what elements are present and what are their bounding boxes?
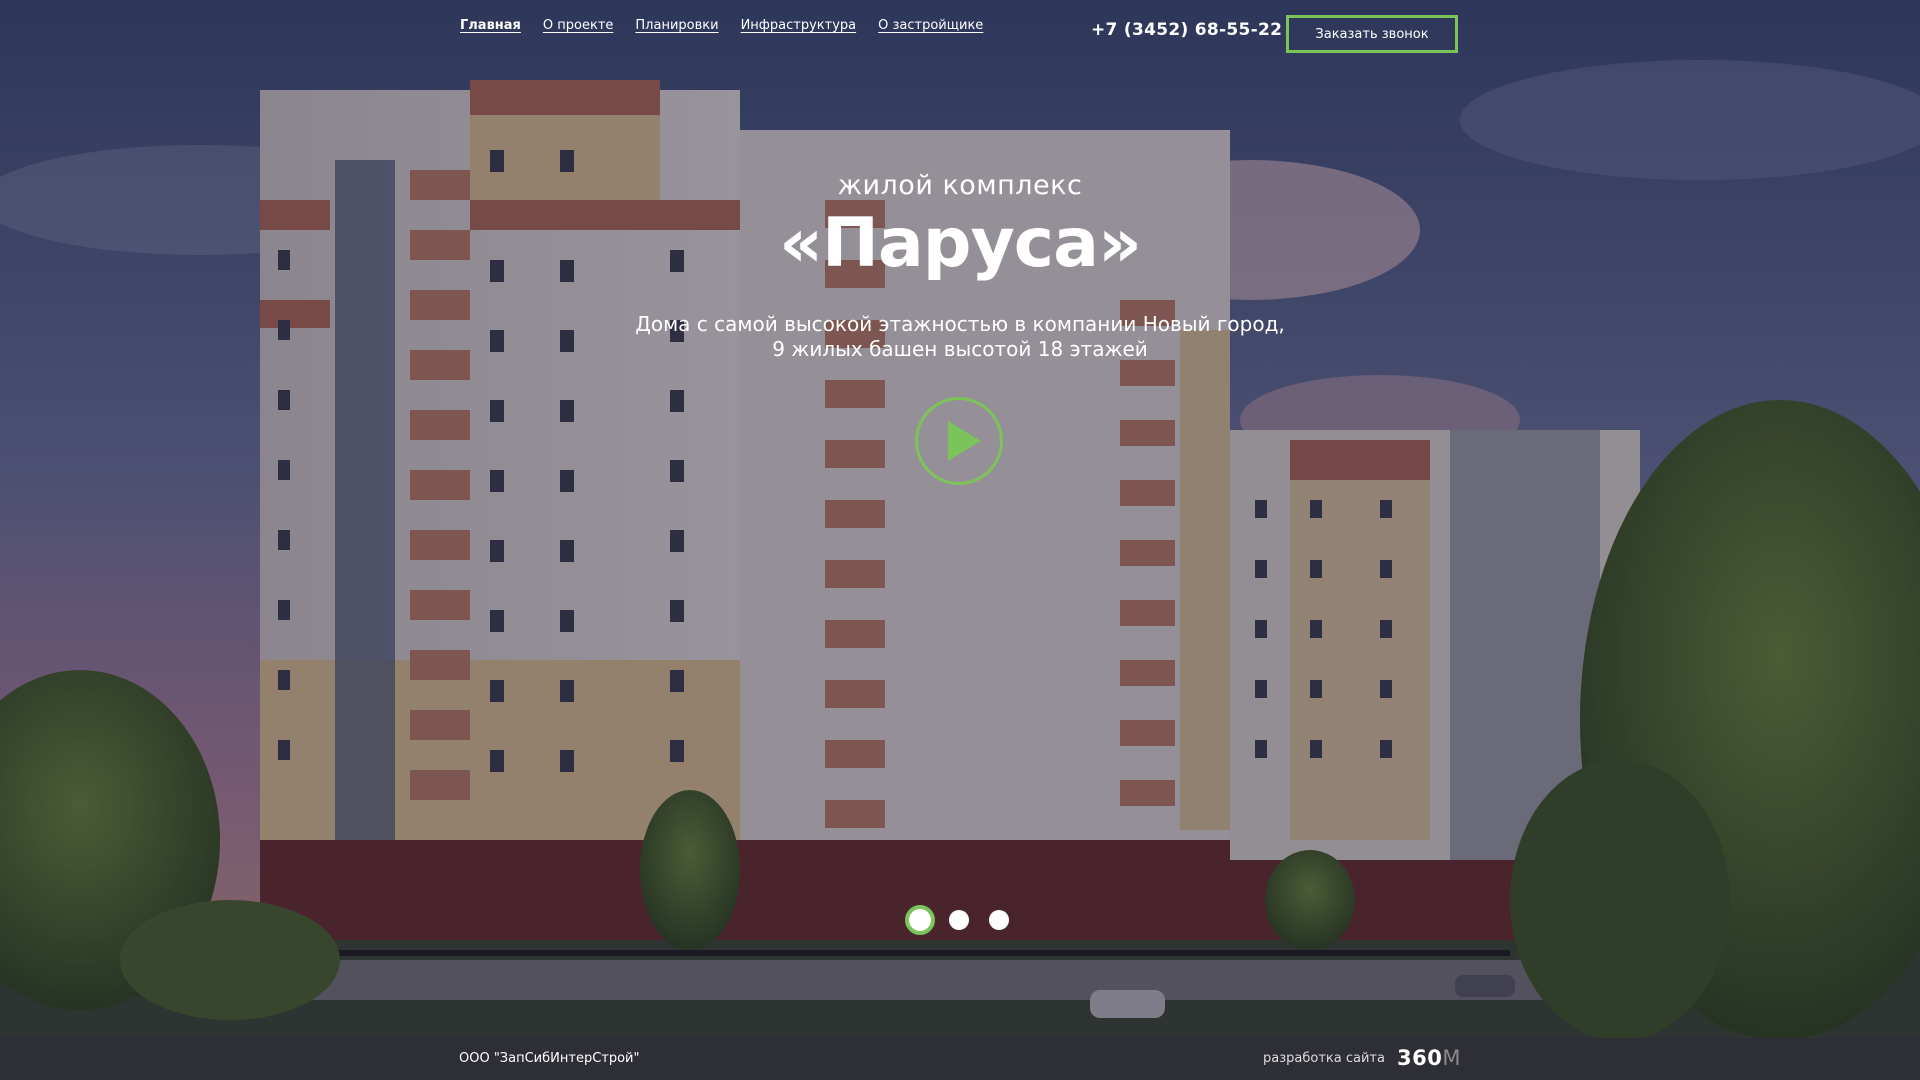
hero-title: «Паруса» (779, 204, 1142, 283)
developer-logo-letter: M (1442, 1046, 1461, 1070)
hero-description-line-2: 9 жилых башен высотой 18 этажей (772, 337, 1148, 361)
developer-logo-number: 360 (1397, 1046, 1443, 1070)
developer-logo[interactable]: 360M (1397, 1046, 1461, 1070)
hero-background (0, 0, 1920, 1038)
slider-pagination (905, 905, 1029, 935)
footer: ООО "ЗапСибИнтерСтрой" разработка сайта … (0, 1038, 1920, 1080)
company-name: ООО "ЗапСибИнтерСтрой" (459, 1051, 640, 1066)
play-video-button[interactable] (915, 397, 1003, 485)
nav-item-about-project[interactable]: О проекте (543, 18, 614, 33)
hero-description: Дома с самой высокой этажностью в компан… (0, 312, 1920, 362)
slider-dot-1[interactable] (905, 905, 935, 935)
nav-item-developer[interactable]: О застройщике (878, 18, 983, 33)
phone-number[interactable]: +7 (3452) 68-55-22 (1091, 20, 1282, 40)
play-icon (948, 421, 981, 461)
nav-item-home[interactable]: Главная (460, 18, 521, 33)
dark-overlay (0, 0, 1920, 1038)
order-call-button[interactable]: Заказать звонок (1286, 15, 1458, 53)
slider-dot-3[interactable] (989, 910, 1009, 930)
nav-item-layouts[interactable]: Планировки (635, 18, 718, 33)
developer-label: разработка сайта (1263, 1051, 1385, 1066)
main-nav: Главная О проекте Планировки Инфраструкт… (460, 18, 983, 33)
slider-dot-2[interactable] (949, 910, 969, 930)
hero-description-line-1: Дома с самой высокой этажностью в компан… (635, 312, 1285, 336)
nav-item-infrastructure[interactable]: Инфраструктура (741, 18, 857, 33)
hero-subtitle: жилой комплекс (837, 170, 1083, 201)
